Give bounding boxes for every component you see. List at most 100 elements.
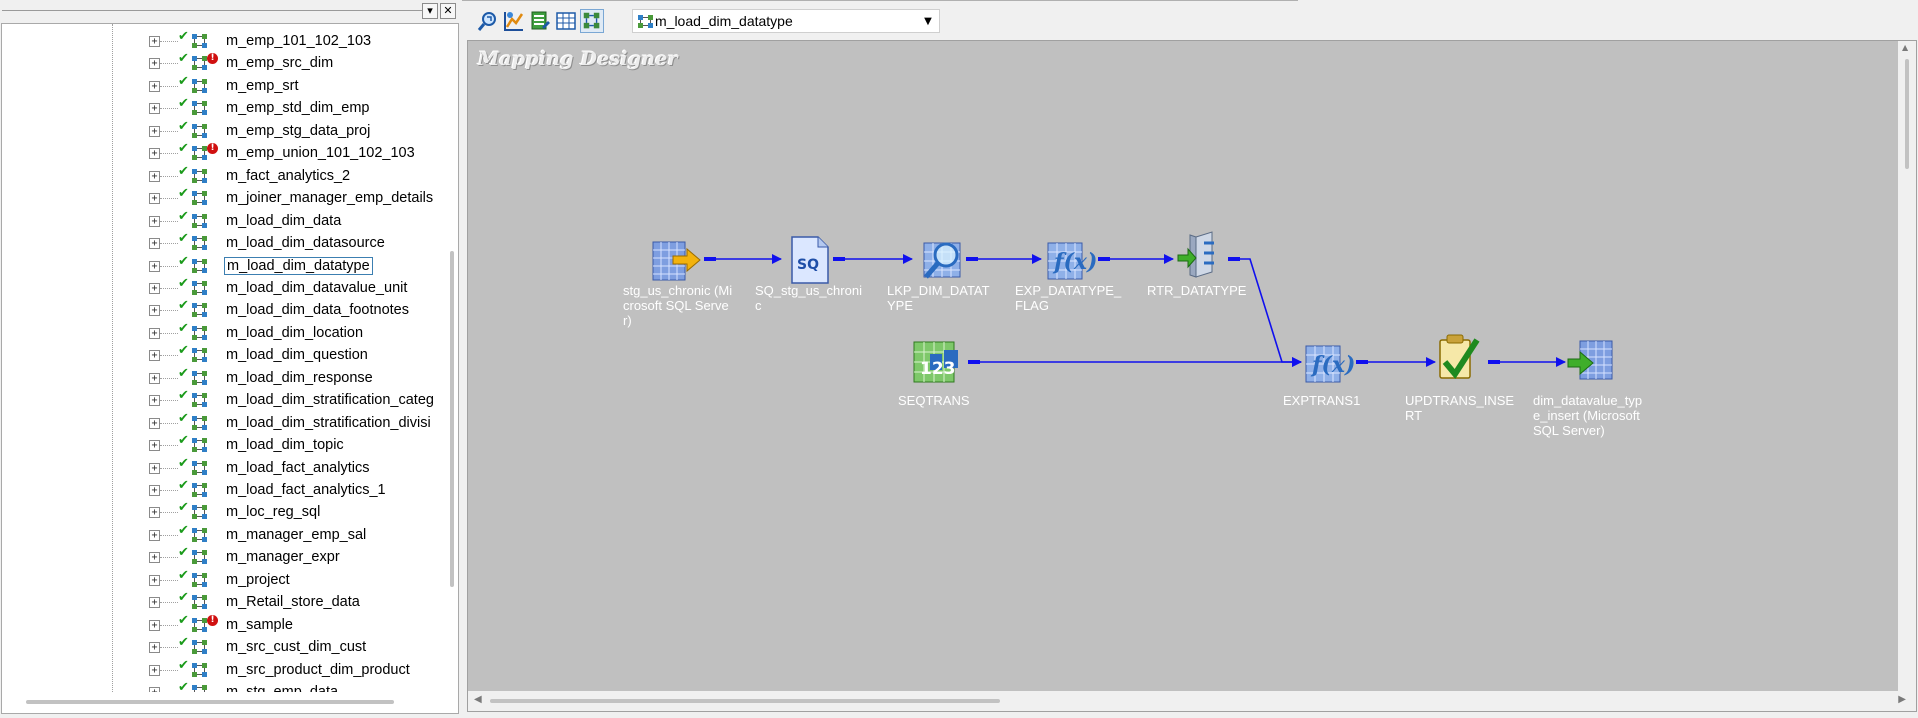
tree-item-label: m_load_fact_analytics_1	[226, 482, 386, 498]
expand-icon[interactable]: +	[149, 574, 160, 586]
tree-item[interactable]: + ✔ m_joiner_manager_emp_details	[2, 186, 442, 209]
expand-icon[interactable]: +	[149, 440, 160, 452]
expand-icon[interactable]: +	[149, 327, 160, 339]
expand-icon[interactable]: +	[149, 215, 160, 227]
mapping-designer-icon	[583, 12, 600, 29]
tree-item[interactable]: + ✔ m_loc_reg_sql	[2, 500, 442, 523]
source-analyzer-button[interactable]	[502, 9, 526, 33]
scroll-left-icon[interactable]: ◀	[474, 694, 482, 705]
expand-icon[interactable]: +	[149, 664, 160, 676]
checkin-status-icon: ✔	[178, 567, 189, 583]
expand-icon[interactable]: +	[149, 103, 160, 115]
transformation-developer-button[interactable]	[554, 9, 578, 33]
navigator-vertical-scroll-thumb[interactable]	[450, 251, 454, 587]
tree-item[interactable]: + ✔ m_load_fact_analytics	[2, 456, 442, 479]
tree-item[interactable]: + ✔ m_load_dim_stratification_categ	[2, 388, 442, 411]
update-strategy-node[interactable]	[1435, 332, 1480, 380]
navigator-dropdown-button[interactable]: ▾	[422, 3, 438, 19]
tree-item[interactable]: + ✔ m_manager_expr	[2, 545, 442, 568]
expand-icon[interactable]: +	[149, 305, 160, 317]
tree-item[interactable]: + ✔ m_src_cust_dim_cust	[2, 635, 442, 658]
mapping-icon	[192, 505, 207, 520]
expand-icon[interactable]: +	[149, 462, 160, 474]
expand-icon[interactable]: +	[149, 597, 160, 609]
sequence-generator-node[interactable]: 123	[912, 338, 958, 383]
expand-icon[interactable]: +	[149, 260, 160, 272]
scroll-right-icon[interactable]: ▶	[1898, 694, 1906, 705]
tree-item[interactable]: + ✔ m_emp_srt	[2, 74, 442, 97]
expand-icon[interactable]: +	[149, 36, 160, 47]
expand-icon[interactable]: +	[149, 148, 160, 160]
expand-icon[interactable]: +	[149, 193, 160, 205]
source-definition-node[interactable]	[651, 238, 701, 281]
expand-icon[interactable]: +	[149, 125, 160, 137]
navigator-grip[interactable]	[2, 10, 422, 11]
mapping-designer-button[interactable]	[580, 9, 604, 33]
navigator-tree[interactable]: + ✔ m_emp_101_102_103 + ✔! m_emp_src_dim + ✔ m_e…	[1, 23, 459, 714]
expand-icon[interactable]: +	[149, 395, 160, 407]
canvas-horizontal-scroll-thumb[interactable]	[490, 699, 1000, 703]
mapping-select[interactable]: m_load_dim_datatype ▼	[632, 9, 940, 33]
tree-item[interactable]: + ✔! m_emp_src_dim	[2, 51, 442, 74]
expression-1-node[interactable]: f(x)	[1304, 338, 1355, 383]
canvas-vertical-scrollbar[interactable]: ▲	[1898, 41, 1916, 691]
tree-connector	[160, 198, 178, 200]
tree-item[interactable]: + ✔ m_load_dim_data	[2, 209, 442, 232]
router-node[interactable]	[1176, 229, 1216, 278]
link-router-to-exptrans1[interactable]	[1228, 257, 1302, 367]
checkin-status-icon: ✔	[178, 275, 189, 291]
tree-item[interactable]: + ✔ m_fact_analytics_2	[2, 164, 442, 187]
navigator-close-button[interactable]: ✕	[440, 3, 456, 19]
expand-icon[interactable]: +	[149, 350, 160, 362]
expand-icon[interactable]: +	[149, 80, 160, 92]
expand-icon[interactable]: +	[149, 238, 160, 250]
tree-item[interactable]: + ✔ m_project	[2, 567, 442, 591]
target-designer-button[interactable]	[528, 9, 552, 33]
tree-item[interactable]: + ✔ m_load_dim_datasource	[2, 231, 442, 254]
tree-item[interactable]: + ✔ m_Retail_store_data	[2, 590, 442, 613]
expand-icon[interactable]: +	[149, 507, 160, 519]
expand-icon[interactable]: +	[149, 282, 160, 294]
source-qualifier-node[interactable]: SQ	[788, 235, 829, 284]
tree-item[interactable]: + ✔ m_load_fact_analytics_1	[2, 478, 442, 501]
tree-item[interactable]: + ✔ m_emp_101_102_103	[2, 29, 442, 52]
mapping-designer-canvas[interactable]: Mapping Designer stg_us_chronic (Microso…	[467, 40, 1917, 712]
chevron-down-icon[interactable]: ▼	[919, 13, 937, 31]
lookup-node[interactable]	[918, 235, 961, 279]
tree-item[interactable]: + ✔ m_manager_emp_sal	[2, 523, 442, 546]
tree-item[interactable]: + ✔ m_load_dim_data_footnotes	[2, 298, 442, 321]
tree-item[interactable]: + ✔! m_emp_union_101_102_103	[2, 141, 442, 164]
expand-icon[interactable]: +	[149, 642, 160, 654]
scroll-up-icon[interactable]: ▲	[1902, 43, 1908, 52]
expand-icon[interactable]: +	[149, 170, 160, 182]
expand-icon[interactable]: +	[149, 552, 160, 564]
expand-icon[interactable]: +	[149, 529, 160, 541]
tree-item[interactable]: + ✔ m_load_dim_location	[2, 321, 442, 344]
tree-item[interactable]: + ✔ m_load_dim_stratification_divisi	[2, 411, 442, 434]
canvas-horizontal-scrollbar[interactable]: ◀ ▶	[468, 691, 1916, 711]
expand-icon[interactable]: +	[149, 372, 160, 384]
expand-icon[interactable]: +	[149, 417, 160, 429]
expression-flag-node[interactable]: f(x)	[1046, 235, 1097, 280]
tree-item[interactable]: + ✔ m_load_dim_question	[2, 343, 442, 366]
target-definition-node[interactable]	[1566, 337, 1613, 380]
tree-item[interactable]: + ✔ m_src_product_dim_product	[2, 658, 442, 681]
canvas-vertical-scroll-thumb[interactable]	[1905, 59, 1909, 169]
tree-connector	[160, 422, 178, 424]
tree-item[interactable]: + ✔ m_emp_std_dim_emp	[2, 96, 442, 119]
navigator-horizontal-scrollbar[interactable]	[2, 692, 458, 712]
tree-item[interactable]: + ✔ m_load_dim_datatype	[2, 254, 442, 277]
tree-item[interactable]: + ✔ m_load_dim_response	[2, 366, 442, 389]
expand-icon[interactable]: +	[149, 485, 160, 496]
tree-item[interactable]: + ✔ m_emp_stg_data_proj	[2, 119, 442, 142]
expand-icon[interactable]: +	[149, 58, 160, 70]
tree-item[interactable]: + ✔ m_load_dim_datavalue_unit	[2, 275, 442, 299]
tree-item[interactable]: + ✔ m_load_dim_topic	[2, 433, 442, 456]
transformation-developer-icon	[556, 12, 576, 30]
tree-item[interactable]: + ✔! m_sample	[2, 613, 442, 636]
navigator-horizontal-scroll-thumb[interactable]	[26, 700, 394, 704]
navigator-vertical-scrollbar[interactable]	[446, 24, 458, 692]
expand-icon[interactable]: +	[149, 619, 160, 631]
zoom-button[interactable]	[476, 9, 500, 33]
checkin-status-icon: ✔	[178, 51, 189, 67]
